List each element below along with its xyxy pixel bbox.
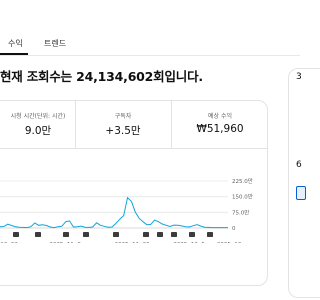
metric-value: +3.5만 bbox=[105, 125, 141, 137]
x-tick-label: 2025. 11. 6. bbox=[49, 242, 82, 243]
metric-label: 시청 시간(단위: 시간) bbox=[10, 113, 66, 120]
views-chart[interactable]: 225.0만 150.0만 75.0만 0 10. 22. 2025. 11. 6. 202… bbox=[0, 148, 260, 243]
metric-label: 예상 수익 bbox=[208, 113, 232, 120]
video-marker-icon[interactable] bbox=[83, 232, 89, 237]
video-marker-icon[interactable] bbox=[13, 232, 19, 237]
video-marker-icon[interactable] bbox=[63, 232, 69, 237]
tab-revenue[interactable]: 수익 bbox=[8, 38, 23, 49]
video-marker-icon[interactable] bbox=[207, 232, 213, 237]
y-tick-label: 150.0만 bbox=[232, 193, 253, 201]
views-line-chart[interactable]: 225.0만 150.0만 75.0만 0 10. 22. 2025. 11. 6. 202… bbox=[0, 148, 260, 243]
x-tick-label: 10. 22. bbox=[0, 242, 19, 243]
metric-value: ₩51,960 bbox=[196, 123, 244, 135]
metric-watch-time[interactable]: 시청 시간(단위: 시간) 9.0만 bbox=[1, 101, 75, 149]
y-tick-label: 225.0만 bbox=[232, 177, 253, 185]
video-marker-icon[interactable] bbox=[143, 232, 149, 237]
video-marker-icon[interactable] bbox=[35, 232, 41, 237]
video-marker-icon[interactable] bbox=[189, 232, 195, 237]
metric-label: 구독자 bbox=[114, 113, 132, 120]
metric-value: 9.0만 bbox=[24, 125, 52, 137]
metric-revenue[interactable]: 예상 수익 ₩51,960 bbox=[171, 101, 267, 149]
side-panel-value: 3 bbox=[296, 72, 302, 82]
side-panel-card bbox=[288, 68, 320, 298]
tab-divider bbox=[0, 55, 300, 56]
side-panel-value: 6 bbox=[296, 160, 302, 170]
video-marker-icon[interactable] bbox=[157, 232, 163, 237]
video-marker-icon[interactable] bbox=[113, 232, 119, 237]
metric-subscribers[interactable]: 구독자 +3.5만 bbox=[75, 101, 171, 149]
y-tick-label: 0 bbox=[232, 226, 236, 232]
x-tick-label: 2025. 11. 20. bbox=[115, 242, 152, 243]
y-tick-label: 75.0만 bbox=[232, 208, 249, 216]
metrics-row: 시청 시간(단위: 시간) 9.0만 구독자 +3.5만 예상 수익 ₩51,9… bbox=[0, 101, 267, 149]
side-panel-button[interactable] bbox=[296, 186, 306, 200]
page-title: 현재 조회수는 24,134,602회입니다. bbox=[0, 69, 203, 84]
x-tick-label: 2025. 12. bbox=[217, 242, 243, 243]
video-marker-icon[interactable] bbox=[171, 232, 177, 237]
tab-trends[interactable]: 트렌드 bbox=[44, 38, 66, 49]
x-tick-label: 2025. 12. 5. bbox=[173, 242, 206, 243]
